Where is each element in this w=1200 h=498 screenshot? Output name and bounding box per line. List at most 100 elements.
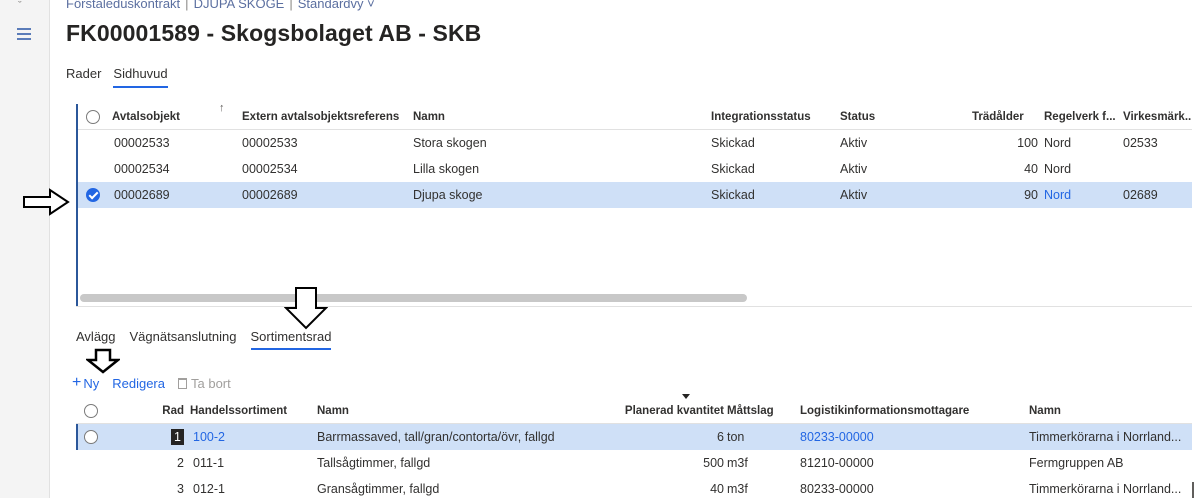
hamburger-menu-icon[interactable] bbox=[17, 28, 31, 40]
new-button-label: Ny bbox=[83, 375, 100, 391]
cell-regelverk: Nord bbox=[1044, 162, 1072, 176]
chevron-down-icon[interactable]: ˅ bbox=[367, 0, 375, 11]
cell-avtalsobjekt: 00002533 bbox=[114, 136, 170, 150]
cell-planerad-kvantitet: 40 bbox=[710, 482, 724, 496]
column-header-extern-ref[interactable]: Extern avtalsobjektsreferens bbox=[242, 104, 399, 130]
column-header-handelssortiment[interactable]: Handelssortiment bbox=[190, 398, 287, 424]
select-all-radio[interactable] bbox=[86, 110, 100, 124]
cell-status: Aktiv bbox=[840, 136, 868, 150]
plus-icon: + bbox=[72, 374, 82, 391]
horizontal-scrollbar[interactable] bbox=[80, 294, 747, 302]
column-header-avtalsobjekt[interactable]: Avtalsobjekt bbox=[112, 104, 180, 130]
cell-planerad-kvantitet: 500 bbox=[703, 456, 724, 470]
cell-rad: 2 bbox=[177, 456, 184, 470]
column-header-status[interactable]: Status bbox=[840, 104, 875, 130]
breadcrumb-item-contract[interactable]: Förstaleduskontrakt bbox=[66, 0, 180, 11]
agreement-objects-grid: Avtalsobjekt Extern avtalsobjektsreferen… bbox=[76, 104, 1192, 306]
view-selector[interactable]: Standardvy bbox=[298, 0, 364, 11]
cell-virkesmark: 02689 bbox=[1123, 188, 1158, 202]
cell-mottagare-namn: Timmerkörarna i Norrland... bbox=[1029, 430, 1182, 444]
row-radio[interactable] bbox=[84, 430, 98, 444]
sortiment-grid: Rad Handelssortiment Namn Planerad kvant… bbox=[76, 398, 1192, 498]
cell-rad: 3 bbox=[177, 482, 184, 496]
cell-tradalder: 90 bbox=[1024, 188, 1038, 202]
link-regelverk[interactable]: Nord bbox=[1044, 182, 1071, 208]
page-title: FK00001589 - Skogsbolaget AB - SKB bbox=[66, 20, 482, 46]
tab-sortimentsrad[interactable]: Sortimentsrad bbox=[250, 329, 332, 350]
cell-handelssortiment: 011-1 bbox=[193, 456, 225, 470]
main-tabs: Rader Sidhuvud bbox=[66, 66, 168, 88]
tab-vagnatsanslutning[interactable]: Vägnätsanslutning bbox=[130, 329, 237, 350]
sub-tabs: Avlägg Vägnätsanslutning Sortimentsrad bbox=[76, 329, 332, 350]
select-all-radio[interactable] bbox=[84, 404, 98, 418]
cell-namn: Djupa skoge bbox=[413, 188, 483, 202]
cell-regelverk: Nord bbox=[1044, 136, 1072, 150]
column-header-rad[interactable]: Rad bbox=[146, 398, 184, 424]
cell-extern-ref: 00002534 bbox=[242, 162, 298, 176]
chevron-up-icon[interactable]: ˇ bbox=[18, 0, 22, 12]
tab-rader[interactable]: Rader bbox=[66, 66, 101, 88]
column-header-namn[interactable]: Namn bbox=[317, 398, 349, 424]
column-header-mattslag[interactable]: Måttslag bbox=[727, 398, 774, 424]
cell-integrationsstatus: Skickad bbox=[711, 136, 755, 150]
cell-rad: 1 bbox=[146, 424, 184, 450]
cell-mottagare-namn: Timmerkörarna i Norrland... bbox=[1029, 482, 1182, 496]
vertical-scrollbar[interactable] bbox=[1192, 482, 1194, 498]
cell-namn: Gransågtimmer, fallgd bbox=[317, 482, 440, 496]
cell-logistikmottagare: 80233-00000 bbox=[800, 482, 874, 496]
cell-integrationsstatus: Skickad bbox=[711, 162, 755, 176]
breadcrumb-separator: | bbox=[289, 0, 293, 11]
cell-avtalsobjekt: 00002534 bbox=[114, 162, 170, 176]
pointer-arrow-icon bbox=[23, 188, 70, 216]
cell-rad-value[interactable]: 1 bbox=[171, 429, 184, 445]
cell-mattslag: ton bbox=[727, 430, 745, 444]
cell-namn: Barrmassaved, tall/gran/contorta/övr, fa… bbox=[317, 430, 555, 444]
breadcrumb-item-object[interactable]: DJUPA SKOGE bbox=[194, 0, 285, 11]
table-row-current[interactable]: 1 100-2 Barrmassaved, tall/gran/contorta… bbox=[76, 424, 1192, 450]
cell-mottagare-namn: Fermgruppen AB bbox=[1029, 456, 1124, 470]
column-header-tradalder[interactable]: Trädålder bbox=[972, 104, 1024, 130]
pointer-arrow-icon bbox=[86, 348, 120, 374]
cell-handelssortiment: 012-1 bbox=[193, 482, 225, 496]
cell-integrationsstatus: Skickad bbox=[711, 188, 755, 202]
new-button[interactable]: + Ny bbox=[72, 374, 99, 392]
link-handelssortiment[interactable]: 100-2 bbox=[193, 424, 225, 450]
grid-header-row: Avtalsobjekt Extern avtalsobjektsreferen… bbox=[78, 104, 1192, 130]
cell-virkesmark: 02533 bbox=[1123, 136, 1158, 150]
left-nav-bar: ˇ bbox=[0, 0, 50, 498]
table-row[interactable]: 2 011-1 Tallsågtimmer, fallgd 500 m3f 81… bbox=[76, 450, 1192, 476]
cell-namn: Lilla skogen bbox=[413, 162, 480, 176]
cell-status: Aktiv bbox=[840, 188, 868, 202]
cell-planerad-kvantitet: 6 bbox=[717, 430, 724, 444]
cell-mattslag: m3f bbox=[727, 456, 748, 470]
cell-namn: Tallsågtimmer, fallgd bbox=[317, 456, 431, 470]
column-header-regelverk[interactable]: Regelverk f... bbox=[1044, 104, 1116, 130]
table-row-selected[interactable]: 00002689 00002689 Djupa skoge Skickad Ak… bbox=[78, 182, 1192, 208]
cell-mattslag: m3f bbox=[727, 482, 748, 496]
cell-logistikmottagare: 81210-00000 bbox=[800, 456, 874, 470]
column-header-mottagare-namn[interactable]: Namn bbox=[1029, 398, 1061, 424]
tab-sidhuvud[interactable]: Sidhuvud bbox=[113, 66, 168, 88]
column-header-planerad-kvantitet[interactable]: Planerad kvantitet bbox=[596, 398, 724, 424]
trash-icon bbox=[178, 377, 187, 389]
column-header-namn[interactable]: Namn bbox=[413, 104, 445, 130]
breadcrumb-separator: | bbox=[185, 0, 189, 11]
radio-checked-icon[interactable] bbox=[86, 188, 100, 202]
column-header-integrationsstatus[interactable]: Integrationsstatus bbox=[711, 104, 811, 130]
cell-avtalsobjekt: 00002689 bbox=[114, 188, 170, 202]
breadcrumb: Förstaleduskontrakt | DJUPA SKOGE | Standard… bbox=[66, 0, 375, 11]
column-header-logistikmottagare[interactable]: Logistikinformationsmottagare bbox=[800, 398, 969, 424]
cell-tradalder: 100 bbox=[1017, 136, 1038, 150]
table-row[interactable]: 00002533 00002533 Stora skogen Skickad A… bbox=[78, 130, 1192, 156]
link-logistikmottagare[interactable]: 80233-00000 bbox=[800, 424, 874, 450]
delete-button[interactable]: Ta bort bbox=[178, 376, 231, 391]
pointer-arrow-icon bbox=[284, 287, 328, 330]
table-row[interactable]: 00002534 00002534 Lilla skogen Skickad A… bbox=[78, 156, 1192, 182]
edit-button[interactable]: Redigera bbox=[112, 376, 165, 391]
tab-avlagg[interactable]: Avlägg bbox=[76, 329, 116, 350]
scroll-track bbox=[76, 306, 1192, 307]
table-row[interactable]: 3 012-1 Gransågtimmer, fallgd 40 m3f 802… bbox=[76, 476, 1192, 498]
delete-button-label: Ta bort bbox=[191, 375, 231, 391]
column-header-virkesmark[interactable]: Virkesmärk... bbox=[1123, 104, 1192, 130]
sort-ascending-icon[interactable]: ↑ bbox=[219, 104, 227, 114]
